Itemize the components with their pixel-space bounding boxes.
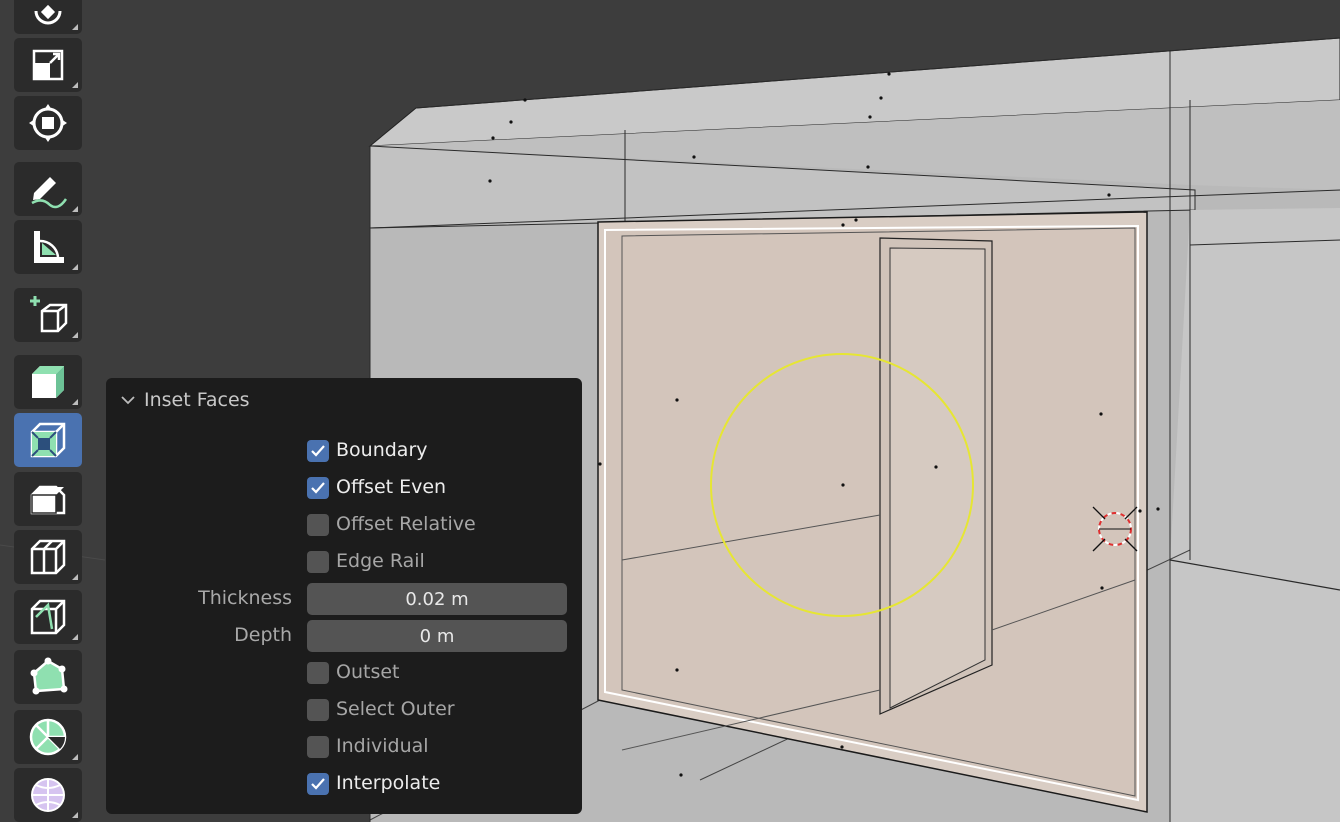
- individual-checkbox[interactable]: [307, 736, 329, 758]
- spin-tool[interactable]: [14, 710, 82, 764]
- checkmark-icon: [311, 778, 325, 790]
- offset-relative-label: Offset Relative: [336, 513, 476, 535]
- annotate-icon: [31, 177, 68, 209]
- select-outer-checkbox[interactable]: [307, 699, 329, 721]
- offset-even-checkbox[interactable]: [307, 477, 329, 499]
- rotate-tool[interactable]: [14, 0, 82, 34]
- transform-tool[interactable]: [14, 96, 82, 150]
- option-edge-rail[interactable]: Edge Rail: [106, 546, 582, 578]
- option-individual[interactable]: Individual: [106, 731, 582, 763]
- boundary-label: Boundary: [336, 439, 428, 461]
- select-outer-label: Select Outer: [336, 698, 455, 720]
- poly-build-tool[interactable]: [14, 650, 82, 704]
- edge-rail-checkbox[interactable]: [307, 551, 329, 573]
- smooth-icon: [31, 778, 65, 812]
- option-select-outer[interactable]: Select Outer: [106, 694, 582, 726]
- bevel-tool[interactable]: [14, 472, 82, 526]
- checkmark-icon: [311, 482, 325, 494]
- option-outset[interactable]: Outset: [106, 657, 582, 689]
- depth-row: Depth 0 m: [106, 620, 582, 652]
- thickness-row: Thickness 0.02 m: [106, 583, 582, 615]
- checkmark-icon: [311, 445, 325, 457]
- thickness-field[interactable]: 0.02 m: [307, 583, 567, 615]
- spin-icon: [29, 718, 67, 756]
- 3d-cursor-icon[interactable]: [1092, 506, 1138, 552]
- option-interpolate[interactable]: Interpolate: [106, 768, 582, 800]
- outset-label: Outset: [336, 661, 400, 683]
- offset-even-label: Offset Even: [336, 476, 447, 498]
- measure-icon: [34, 231, 64, 263]
- thickness-label: Thickness: [198, 587, 292, 609]
- add-cube-icon: [30, 296, 68, 333]
- right-wall: [1170, 208, 1340, 822]
- poly-build-icon: [30, 657, 68, 695]
- extrude-icon: [32, 366, 64, 398]
- extrude-region-tool[interactable]: [14, 355, 82, 409]
- option-boundary[interactable]: Boundary: [106, 435, 582, 467]
- panel-header[interactable]: Inset Faces: [120, 388, 250, 412]
- smooth-tool[interactable]: [14, 768, 82, 822]
- measure-tool[interactable]: [14, 220, 82, 274]
- loop-cut-icon: [30, 539, 66, 575]
- option-offset-even[interactable]: Offset Even: [106, 472, 582, 504]
- rotate-icon: [34, 4, 62, 25]
- option-offset-relative[interactable]: Offset Relative: [106, 509, 582, 541]
- interpolate-label: Interpolate: [336, 772, 441, 794]
- chevron-down-icon[interactable]: [120, 394, 136, 406]
- outset-checkbox[interactable]: [307, 662, 329, 684]
- tool-shelf: [0, 0, 90, 822]
- transform-icon: [29, 104, 67, 142]
- knife-icon: [30, 599, 66, 635]
- boundary-checkbox[interactable]: [307, 440, 329, 462]
- offset-relative-checkbox[interactable]: [307, 514, 329, 536]
- knife-tool[interactable]: [14, 590, 82, 644]
- depth-label: Depth: [234, 624, 292, 646]
- door-inner: [889, 247, 986, 709]
- annotate-tool[interactable]: [14, 162, 82, 216]
- interpolate-checkbox[interactable]: [307, 773, 329, 795]
- depth-field[interactable]: 0 m: [307, 620, 567, 652]
- scale-tool[interactable]: [14, 38, 82, 92]
- bevel-icon: [30, 485, 66, 515]
- inset-icon: [30, 422, 66, 458]
- individual-label: Individual: [336, 735, 429, 757]
- add-cube-tool[interactable]: [14, 288, 82, 342]
- panel-title: Inset Faces: [144, 389, 250, 411]
- inset-faces-operator-panel: Inset Faces Boundary Offset Even Offset …: [106, 378, 582, 814]
- edge-rail-label: Edge Rail: [336, 550, 425, 572]
- inset-faces-tool[interactable]: [14, 413, 82, 467]
- loop-cut-tool[interactable]: [14, 530, 82, 584]
- scale-icon: [32, 49, 64, 81]
